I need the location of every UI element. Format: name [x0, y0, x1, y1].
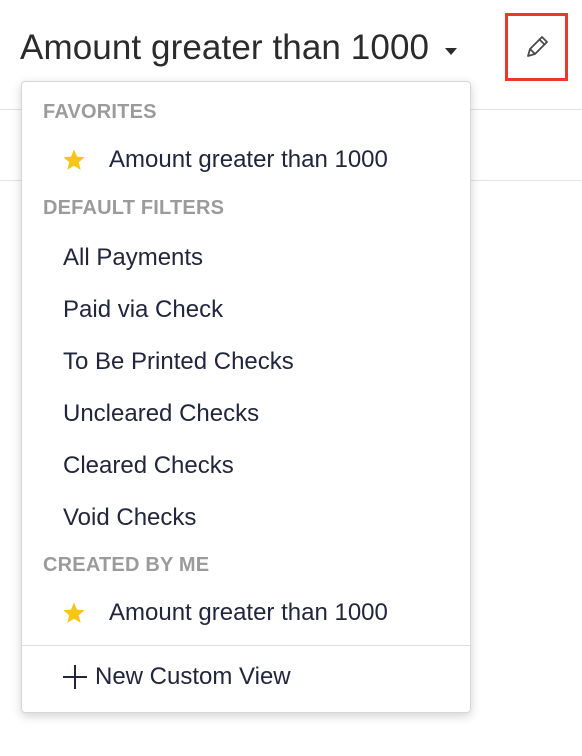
section-title-favorites: FAVORITES: [43, 101, 157, 123]
menu-item-to-be-printed-checks[interactable]: To Be Printed Checks: [22, 338, 470, 386]
star-icon[interactable]: [62, 148, 86, 172]
new-custom-view-button[interactable]: New Custom View: [22, 652, 470, 702]
star-icon[interactable]: [62, 601, 86, 625]
menu-item-created-by-me[interactable]: Amount greater than 1000: [22, 589, 470, 637]
menu-item-label: Paid via Check: [63, 296, 224, 323]
edit-view-button[interactable]: [505, 13, 568, 81]
plus-icon: [62, 664, 88, 690]
chevron-down-icon[interactable]: [445, 47, 458, 55]
view-selector[interactable]: Amount greater than 1000: [20, 24, 458, 72]
menu-item-paid-via-check[interactable]: Paid via Check: [22, 286, 470, 334]
section-title-created-by-me: CREATED BY ME: [43, 554, 210, 576]
menu-item-label: Cleared Checks: [63, 452, 234, 479]
menu-item-label: Amount greater than 1000: [109, 599, 388, 626]
pencil-icon: [526, 36, 548, 57]
page: Amount greater than 1000 FAVORITES Amoun…: [0, 0, 582, 756]
menu-item-uncleared-checks[interactable]: Uncleared Checks: [22, 390, 470, 438]
menu-item-label: To Be Printed Checks: [63, 348, 294, 375]
view-dropdown-menu: FAVORITES Amount greater than 1000 DEFAU…: [21, 81, 471, 713]
new-custom-view-label: New Custom View: [95, 663, 291, 690]
menu-item-void-checks[interactable]: Void Checks: [22, 494, 470, 542]
menu-item-label: Amount greater than 1000: [109, 146, 388, 173]
menu-item-label: All Payments: [63, 244, 204, 271]
menu-item-label: Void Checks: [63, 504, 197, 531]
menu-divider: [22, 645, 470, 646]
menu-item-favorite[interactable]: Amount greater than 1000: [22, 136, 470, 184]
current-view-title: Amount greater than 1000: [20, 28, 430, 67]
section-title-default-filters: DEFAULT FILTERS: [43, 197, 225, 219]
menu-item-all-payments[interactable]: All Payments: [22, 234, 470, 282]
menu-item-cleared-checks[interactable]: Cleared Checks: [22, 442, 470, 490]
menu-item-label: Uncleared Checks: [63, 400, 260, 427]
